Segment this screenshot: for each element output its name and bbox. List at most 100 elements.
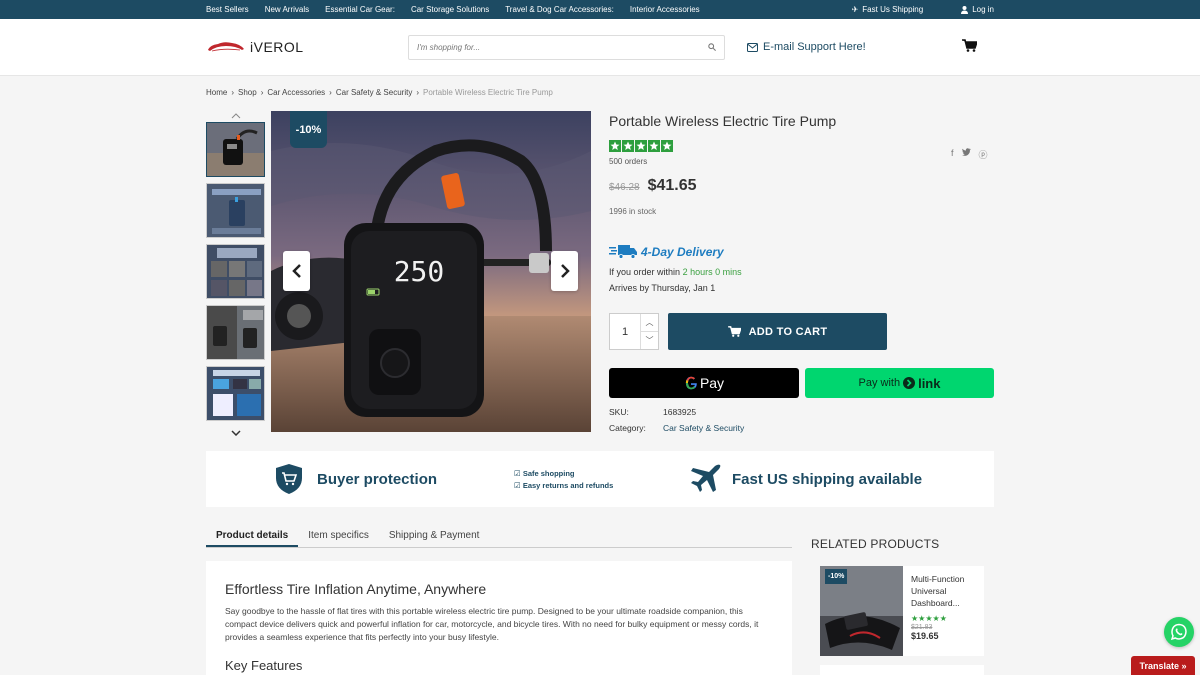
search-icon[interactable] xyxy=(708,43,716,51)
envelope-icon xyxy=(747,42,758,52)
trust-checks: ☑ Safe shopping ☑ Easy returns and refun… xyxy=(514,468,613,492)
whatsapp-icon xyxy=(1170,623,1187,641)
fast-shipping-label: Fast Us Shipping xyxy=(862,5,924,14)
top-link-car-storage[interactable]: Car Storage Solutions xyxy=(411,5,489,14)
pinterest-icon[interactable]: ⓟ xyxy=(979,148,988,161)
discount-badge: -10% xyxy=(290,111,327,148)
logo-text: iVEROL xyxy=(250,39,304,55)
chevron-down-icon[interactable] xyxy=(206,427,265,439)
sku-row: SKU: 1683925 xyxy=(609,407,696,417)
sku-value: 1683925 xyxy=(663,407,697,417)
tab-product-details[interactable]: Product details xyxy=(206,526,299,547)
google-g-icon xyxy=(685,376,697,390)
main-product-image[interactable]: 250 xyxy=(271,111,591,432)
site-logo[interactable]: iVEROL xyxy=(206,39,408,55)
breadcrumb-car-accessories[interactable]: Car Accessories xyxy=(267,88,325,97)
delivery-badge: 4-Day Delivery xyxy=(609,244,724,259)
price-block: $46.28 $41.65 xyxy=(609,177,697,195)
quantity-decrease-button[interactable]: ﹀ xyxy=(641,332,658,349)
product-title: Portable Wireless Electric Tire Pump xyxy=(609,113,837,129)
search-bar xyxy=(408,34,725,60)
category-label: Category: xyxy=(609,423,646,433)
prev-image-button[interactable] xyxy=(283,251,310,291)
top-link-essential-car-gear[interactable]: Essential Car Gear: xyxy=(325,5,395,14)
star-icon: ★ xyxy=(925,614,933,623)
thumbnail-2[interactable] xyxy=(206,183,265,238)
star-icon xyxy=(648,140,660,152)
star-icon xyxy=(622,140,634,152)
arrival-date: Arrives by Thursday, Jan 1 xyxy=(609,283,716,293)
related-product-rating: ★ ★ ★ ★ ★ xyxy=(911,614,984,623)
login-link[interactable]: Log in xyxy=(961,5,994,14)
pump-display-reading: 250 xyxy=(394,255,445,288)
trust-bar: Buyer protection ☑ Safe shopping ☑ Easy … xyxy=(206,451,994,507)
description-body: Say goodbye to the hassle of flat tires … xyxy=(225,606,759,642)
breadcrumb-car-safety[interactable]: Car Safety & Security xyxy=(336,88,412,97)
add-to-cart-button[interactable]: ADD TO CART xyxy=(668,313,887,350)
top-link-new-arrivals[interactable]: New Arrivals xyxy=(265,5,309,14)
related-product-card[interactable]: -10% Multi-Function Universal Dashboard.… xyxy=(820,566,984,656)
quantity-stepper: 1 ︿ ﹀ xyxy=(609,313,659,350)
star-icon xyxy=(609,140,621,152)
breadcrumb-shop[interactable]: Shop xyxy=(238,88,257,97)
top-nav: Best Sellers New Arrivals Essential Car … xyxy=(206,5,716,14)
chevron-up-icon[interactable] xyxy=(206,110,265,122)
breadcrumb-home[interactable]: Home xyxy=(206,88,227,97)
share-links: f ⓟ xyxy=(951,148,988,161)
plane-icon: ✈ xyxy=(851,5,859,14)
facebook-icon[interactable]: f xyxy=(951,148,954,161)
thumbnail-1[interactable] xyxy=(206,122,265,177)
twitter-icon[interactable] xyxy=(961,148,971,156)
product-description: Effortless Tire Inflation Anytime, Anywh… xyxy=(206,561,792,675)
checkbox-icon: ☑ xyxy=(514,481,521,490)
star-icon: ★ xyxy=(918,614,926,623)
user-icon xyxy=(961,5,969,14)
thumbnail-3[interactable] xyxy=(206,244,265,299)
cart-icon[interactable] xyxy=(962,39,977,52)
tab-shipping-payment[interactable]: Shipping & Payment xyxy=(379,526,490,547)
star-icon: ★ xyxy=(932,614,940,623)
google-pay-label: Pay xyxy=(699,375,725,391)
next-image-button[interactable] xyxy=(551,251,578,291)
search-input[interactable] xyxy=(417,42,677,52)
fast-shipping-available-label: Fast US shipping available xyxy=(732,470,923,488)
related-product-image[interactable]: -10% xyxy=(820,566,903,656)
related-price: $19.65 xyxy=(911,631,939,641)
top-link-best-sellers[interactable]: Best Sellers xyxy=(206,5,249,14)
related-products-heading: RELATED PRODUCTS xyxy=(811,537,940,551)
thumbnail-5[interactable] xyxy=(206,366,265,421)
google-pay-button[interactable]: Pay xyxy=(609,368,799,398)
category-link[interactable]: Car Safety & Security xyxy=(663,423,744,433)
orders-count: 500 orders xyxy=(609,157,648,166)
car-logo-icon xyxy=(208,42,244,52)
star-icon: ★ xyxy=(939,614,947,623)
product-rating xyxy=(609,140,673,152)
top-link-interior[interactable]: Interior Accessories xyxy=(630,5,700,14)
delivery-label: 4-Day Delivery xyxy=(641,244,724,259)
chevron-up-icon: ︿ xyxy=(645,318,654,327)
pay-with-link-button[interactable]: Pay with link xyxy=(805,368,994,398)
email-support-link[interactable]: E-mail Support Here! xyxy=(747,41,866,53)
link-brand-label: link xyxy=(918,375,941,391)
description-heading: Effortless Tire Inflation Anytime, Anywh… xyxy=(225,581,487,597)
airplane-icon xyxy=(691,464,721,492)
translate-button[interactable]: Translate » xyxy=(1131,656,1195,675)
order-within-text: If you order within 2 hours 0 mins xyxy=(609,267,742,277)
top-link-travel-dog[interactable]: Travel & Dog Car Accessories: xyxy=(505,5,614,14)
tab-item-specifics[interactable]: Item specifics xyxy=(298,526,379,547)
quantity-input[interactable]: 1 xyxy=(610,314,641,349)
site-header: iVEROL E-mail Support Here! xyxy=(0,19,1200,76)
related-discount-badge: -10% xyxy=(825,569,848,584)
chevron-right-icon: › xyxy=(416,88,419,97)
fast-shipping-link[interactable]: ✈ Fast Us Shipping xyxy=(852,5,924,14)
quantity-increase-button[interactable]: ︿ xyxy=(641,314,658,332)
key-features-heading: Key Features xyxy=(225,658,303,673)
link-arrow-icon xyxy=(903,377,916,389)
thumbnail-4[interactable] xyxy=(206,305,265,360)
whatsapp-button[interactable] xyxy=(1164,617,1194,647)
product-tabs: Product details Item specifics Shipping … xyxy=(206,526,792,548)
star-icon: ★ xyxy=(911,614,919,623)
related-product-name[interactable]: Multi-Function Universal Dashboard... xyxy=(911,573,984,609)
chevron-down-icon: ﹀ xyxy=(645,336,654,345)
related-product-card-2[interactable] xyxy=(820,665,984,675)
